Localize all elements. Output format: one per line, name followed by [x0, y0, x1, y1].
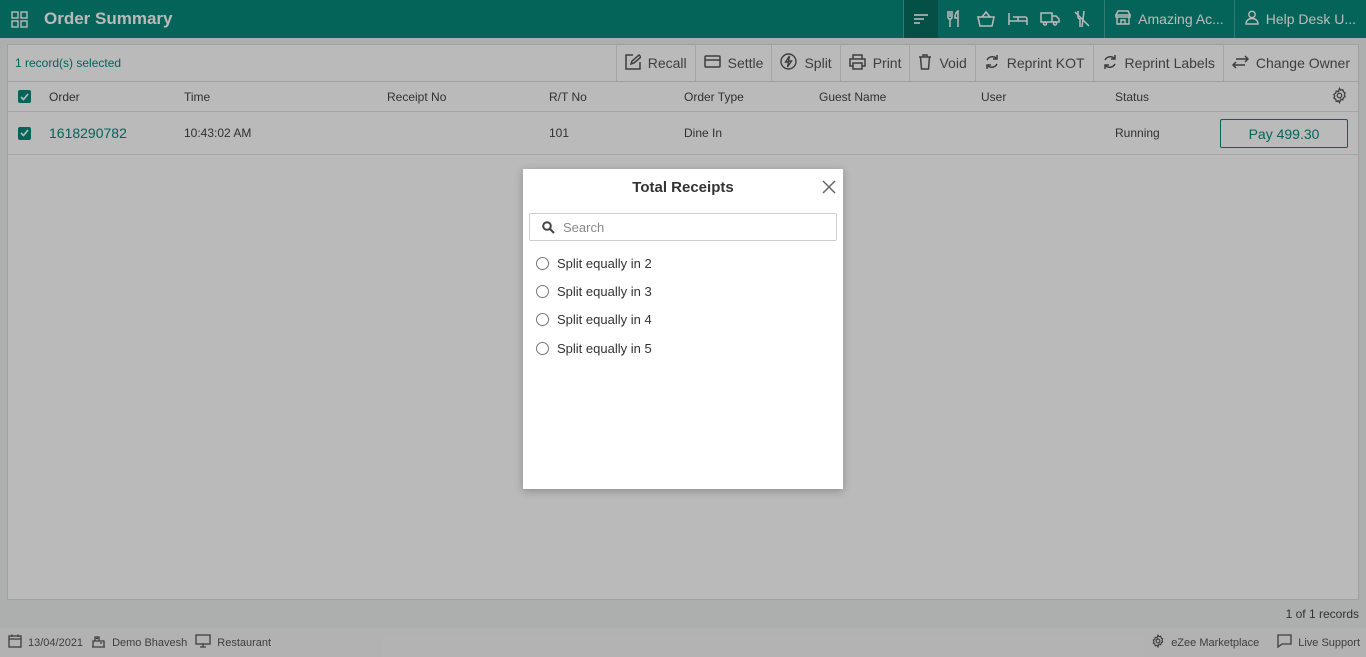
split-option-5[interactable]: Split equally in 5 [536, 341, 652, 356]
search-input[interactable] [563, 219, 813, 235]
dialog-title: Total Receipts [632, 179, 734, 196]
option-radio[interactable] [536, 257, 549, 270]
search-icon [542, 220, 555, 234]
option-label: Split equally in 2 [557, 256, 652, 271]
split-option-3[interactable]: Split equally in 3 [536, 284, 652, 299]
search-box [529, 213, 837, 241]
close-icon[interactable] [821, 179, 837, 195]
option-radio[interactable] [536, 342, 549, 355]
total-receipts-dialog: Total Receipts Split equally in 2 Split … [523, 169, 843, 489]
option-label: Split equally in 5 [557, 341, 652, 356]
option-radio[interactable] [536, 313, 549, 326]
option-label: Split equally in 4 [557, 312, 652, 327]
split-option-4[interactable]: Split equally in 4 [536, 312, 652, 327]
option-label: Split equally in 3 [557, 284, 652, 299]
split-option-2[interactable]: Split equally in 2 [536, 256, 652, 271]
option-radio[interactable] [536, 285, 549, 298]
